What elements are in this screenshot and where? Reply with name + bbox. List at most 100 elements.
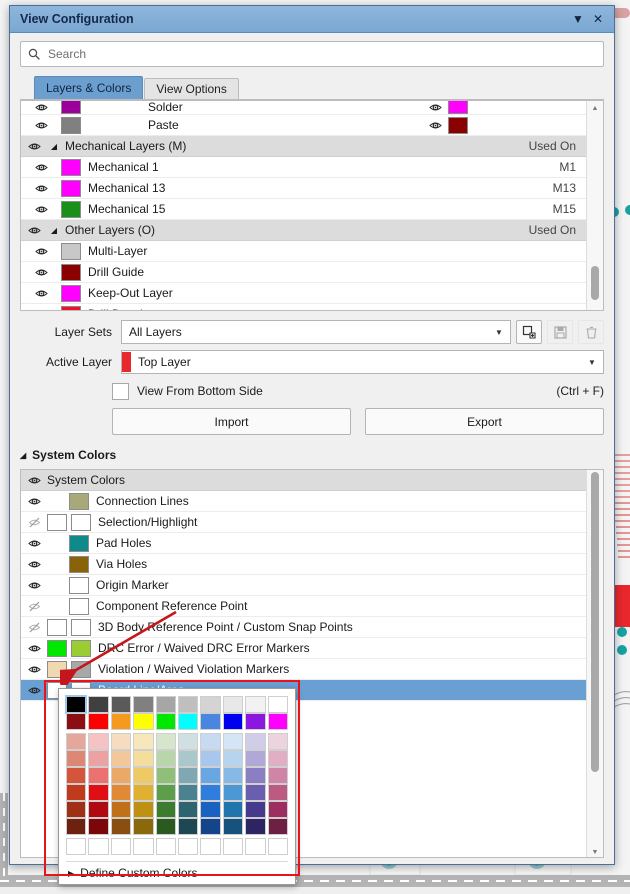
- color-swatch[interactable]: [133, 838, 154, 855]
- dialog-titlebar[interactable]: View Configuration ▼ ✕: [10, 6, 614, 33]
- color-swatch[interactable]: [267, 696, 288, 713]
- color-swatch[interactable]: [177, 767, 199, 784]
- layer-row[interactable]: Paste: [21, 115, 586, 136]
- eye-icon[interactable]: [27, 495, 41, 508]
- color-swatch[interactable]: [200, 733, 221, 750]
- chevron-down-icon[interactable]: ▼: [488, 328, 510, 337]
- eye-icon[interactable]: [27, 684, 41, 697]
- eye-off-icon[interactable]: [28, 621, 41, 634]
- collapse-triangle-icon[interactable]: ◢: [47, 142, 61, 151]
- color-swatch[interactable]: [66, 713, 87, 730]
- color-swatch[interactable]: [110, 713, 132, 730]
- scrollbar-thumb[interactable]: [591, 266, 599, 300]
- color-swatch[interactable]: [177, 696, 199, 713]
- color-swatch-primary[interactable]: [69, 597, 89, 615]
- visibility-toggle[interactable]: [21, 474, 47, 487]
- layer-color-swatch[interactable]: [61, 200, 81, 218]
- layer-color-swatch[interactable]: [448, 116, 468, 134]
- scroll-up-icon[interactable]: ▲: [587, 101, 603, 115]
- color-swatch[interactable]: [66, 801, 87, 818]
- color-swatch[interactable]: [245, 767, 266, 784]
- eye-icon[interactable]: [27, 474, 41, 487]
- color-swatch[interactable]: [110, 838, 132, 855]
- system-color-row[interactable]: Selection/Highlight: [21, 512, 586, 533]
- eye-icon[interactable]: [27, 663, 41, 676]
- color-swatch[interactable]: [245, 784, 266, 801]
- color-swatch[interactable]: [177, 750, 199, 767]
- color-swatch[interactable]: [133, 696, 154, 713]
- color-swatch[interactable]: [88, 767, 109, 784]
- search-input[interactable]: [46, 46, 596, 62]
- color-swatch-secondary[interactable]: [71, 660, 91, 678]
- color-swatch[interactable]: [222, 750, 244, 767]
- color-swatch[interactable]: [222, 838, 244, 855]
- color-swatch-primary[interactable]: [47, 618, 67, 636]
- visibility-toggle[interactable]: [21, 495, 47, 508]
- eye-icon[interactable]: [27, 537, 41, 550]
- color-swatch[interactable]: [200, 696, 221, 713]
- define-custom-colors-button[interactable]: ▶ Define Custom Colors: [66, 862, 288, 884]
- color-swatch-primary[interactable]: [69, 555, 89, 573]
- color-swatch-secondary[interactable]: [71, 618, 91, 636]
- color-swatch[interactable]: [155, 838, 176, 855]
- color-swatch[interactable]: [133, 713, 154, 730]
- color-swatch[interactable]: [245, 838, 266, 855]
- color-swatch[interactable]: [133, 767, 154, 784]
- chevron-down-icon[interactable]: ▼: [581, 358, 603, 367]
- color-swatch[interactable]: [110, 696, 132, 713]
- layer-color-swatch[interactable]: [61, 101, 81, 114]
- color-swatch[interactable]: [64, 695, 88, 714]
- color-swatch[interactable]: [245, 696, 266, 713]
- export-button[interactable]: Export: [365, 408, 604, 435]
- eye-off-icon[interactable]: [28, 600, 41, 613]
- visibility-toggle[interactable]: [21, 224, 47, 237]
- visibility-toggle[interactable]: [21, 101, 61, 114]
- color-swatch[interactable]: [133, 733, 154, 750]
- layer-row[interactable]: Mechanical 15 M15: [21, 199, 586, 220]
- color-swatch[interactable]: [222, 767, 244, 784]
- visibility-toggle[interactable]: [21, 308, 61, 311]
- color-swatch[interactable]: [88, 733, 109, 750]
- visibility-toggle[interactable]: [21, 663, 47, 676]
- system-color-row[interactable]: 3D Body Reference Point / Custom Snap Po…: [21, 617, 586, 638]
- color-swatch[interactable]: [177, 713, 199, 730]
- add-layer-set-icon[interactable]: [516, 320, 542, 344]
- visibility-toggle[interactable]: [21, 287, 61, 300]
- visibility-toggle[interactable]: [21, 684, 47, 697]
- color-swatch[interactable]: [110, 818, 132, 835]
- color-swatch[interactable]: [222, 696, 244, 713]
- color-swatch[interactable]: [66, 784, 87, 801]
- scrollbar-thumb[interactable]: [591, 472, 599, 772]
- layer-color-swatch[interactable]: [61, 179, 81, 197]
- color-swatch[interactable]: [245, 713, 266, 730]
- visibility-toggle[interactable]: [21, 182, 61, 195]
- system-colors-header-row[interactable]: System Colors: [21, 470, 586, 491]
- color-swatch[interactable]: [88, 750, 109, 767]
- eye-off-icon[interactable]: [28, 516, 41, 529]
- color-swatch[interactable]: [222, 733, 244, 750]
- color-swatch[interactable]: [177, 784, 199, 801]
- eye-icon[interactable]: [27, 224, 41, 237]
- eye-icon[interactable]: [34, 182, 48, 195]
- eye-icon[interactable]: [34, 287, 48, 300]
- color-swatch[interactable]: [200, 767, 221, 784]
- visibility-toggle[interactable]: [21, 621, 47, 634]
- color-swatch[interactable]: [66, 838, 87, 855]
- eye-icon[interactable]: [27, 579, 41, 592]
- color-swatch[interactable]: [222, 784, 244, 801]
- color-swatch-secondary[interactable]: [71, 639, 91, 657]
- layer-row[interactable]: Mechanical 1 M1: [21, 157, 586, 178]
- tab-view-options[interactable]: View Options: [144, 78, 239, 99]
- layer-row[interactable]: Drill Guide: [21, 262, 586, 283]
- color-swatch[interactable]: [200, 750, 221, 767]
- eye-icon[interactable]: [34, 266, 48, 279]
- visibility-toggle[interactable]: [21, 203, 61, 216]
- chevron-down-icon[interactable]: ▼: [568, 10, 588, 28]
- eye-icon[interactable]: [34, 245, 48, 258]
- visibility-toggle[interactable]: [21, 600, 47, 613]
- visibility-toggle[interactable]: [21, 558, 47, 571]
- color-swatch-primary[interactable]: [47, 639, 67, 657]
- tab-layers-and-colors[interactable]: Layers & Colors: [34, 76, 144, 99]
- eye-icon[interactable]: [428, 119, 442, 132]
- layer-row[interactable]: Multi-Layer: [21, 241, 586, 262]
